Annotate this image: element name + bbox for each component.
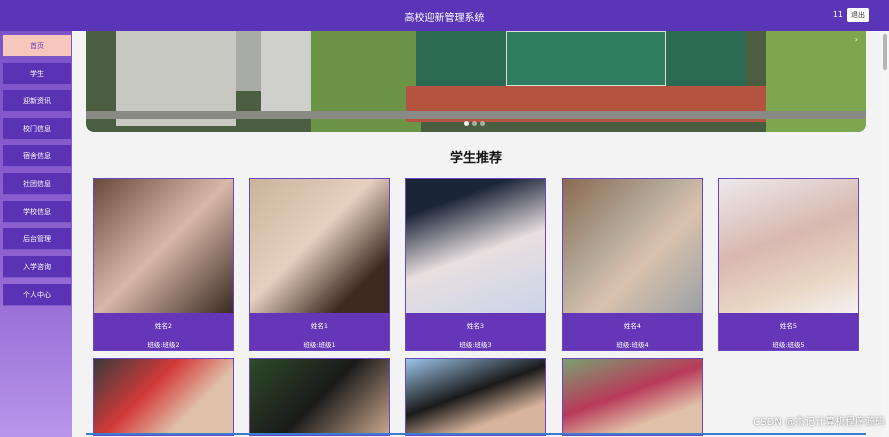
top-bar: 高校迎新管理系统 11 退出 xyxy=(0,0,889,31)
sidebar-item-student[interactable]: 学生 xyxy=(3,63,71,85)
carousel-dot[interactable] xyxy=(464,121,469,126)
sidebar-item-consult[interactable]: 入学咨询 xyxy=(3,256,71,278)
sidebar-item-news[interactable]: 迎新资讯 xyxy=(3,90,71,112)
student-name: 姓名4 xyxy=(623,322,642,330)
student-photo xyxy=(563,179,702,313)
sidebar-item-dorm[interactable]: 宿舍信息 xyxy=(3,145,71,167)
scrollbar-thumb[interactable] xyxy=(883,34,887,70)
student-photo xyxy=(94,179,233,313)
student-card[interactable] xyxy=(405,358,546,436)
scrollbar[interactable] xyxy=(881,31,889,437)
sidebar-item-club[interactable]: 社团信息 xyxy=(3,173,71,195)
sidebar-item-school[interactable]: 学校信息 xyxy=(3,201,71,223)
student-class: 班级:班级5 xyxy=(772,341,805,349)
student-class: 班级:班级2 xyxy=(147,341,180,349)
student-class: 班级:班级3 xyxy=(459,341,492,349)
student-card[interactable]: 姓名2 班级:班级2 xyxy=(93,178,234,351)
sidebar: 首页 学生 迎新资讯 校门信息 宿舍信息 社团信息 学校信息 后台管理 入学咨询… xyxy=(0,31,72,437)
student-class: 班级:班级4 xyxy=(616,341,649,349)
chevron-right-icon[interactable]: › xyxy=(855,35,858,44)
student-card[interactable]: 姓名4 班级:班级4 xyxy=(562,178,703,351)
student-name: 姓名2 xyxy=(154,322,173,330)
student-photo xyxy=(406,359,545,435)
username: 11 xyxy=(832,10,843,19)
sidebar-item-gate[interactable]: 校门信息 xyxy=(3,118,71,140)
student-photo xyxy=(250,359,389,435)
carousel-dot[interactable] xyxy=(480,121,485,126)
student-photo xyxy=(406,179,545,313)
student-name: 姓名3 xyxy=(466,322,485,330)
logout-button[interactable]: 退出 xyxy=(847,8,869,22)
banner-carousel[interactable]: › xyxy=(86,31,866,132)
student-name: 姓名5 xyxy=(779,322,798,330)
sidebar-item-admin[interactable]: 后台管理 xyxy=(3,228,71,250)
student-card[interactable]: 姓名3 班级:班级3 xyxy=(405,178,546,351)
student-photo xyxy=(719,179,858,313)
student-card[interactable]: 姓名1 班级:班级1 xyxy=(249,178,390,351)
student-photo xyxy=(94,359,233,435)
student-photo xyxy=(563,359,702,435)
student-class: 班级:班级1 xyxy=(303,341,336,349)
student-card[interactable] xyxy=(249,358,390,436)
app-title: 高校迎新管理系统 xyxy=(404,13,485,24)
carousel-dot[interactable] xyxy=(472,121,477,126)
watermark: CSDN @杰记计算机程序源码 xyxy=(753,417,885,428)
sidebar-item-profile[interactable]: 个人中心 xyxy=(3,284,71,306)
student-name: 姓名1 xyxy=(310,322,329,330)
student-photo xyxy=(250,179,389,313)
student-card[interactable] xyxy=(93,358,234,436)
student-card[interactable] xyxy=(562,358,703,436)
student-card[interactable]: 姓名5 班级:班级5 xyxy=(718,178,859,351)
section-title: 学生推荐 xyxy=(449,151,502,166)
sidebar-item-home[interactable]: 首页 xyxy=(3,35,71,57)
